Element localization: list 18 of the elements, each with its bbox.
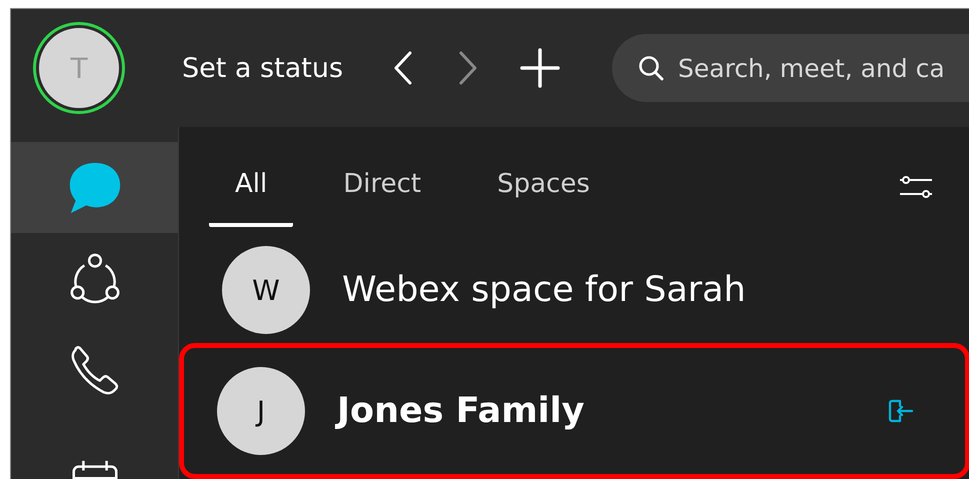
search-field[interactable]: Search, meet, and ca bbox=[612, 34, 969, 102]
space-name: Webex space for Sarah bbox=[342, 270, 747, 310]
filter-tab[interactable]: Spaces bbox=[471, 147, 616, 227]
search-input[interactable]: Search, meet, and ca bbox=[678, 54, 969, 82]
set-status-link[interactable]: Set a status bbox=[182, 52, 344, 84]
back-icon[interactable] bbox=[393, 51, 414, 85]
filter-tab[interactable]: All bbox=[209, 147, 294, 227]
enter-arrow-icon[interactable] bbox=[887, 398, 915, 424]
filter-tab[interactable]: Direct bbox=[317, 147, 448, 227]
filter-sliders-icon[interactable] bbox=[898, 174, 934, 200]
search-icon bbox=[638, 55, 664, 81]
space-list-item[interactable]: W Webex space for Sarah bbox=[179, 247, 969, 333]
space-avatar: J bbox=[217, 367, 305, 455]
space-avatar: W bbox=[222, 246, 310, 334]
forward-icon[interactable] bbox=[458, 51, 478, 85]
space-list-item[interactable]: J Jones Family bbox=[179, 343, 969, 479]
plus-icon[interactable] bbox=[520, 48, 560, 88]
space-name: Jones Family bbox=[337, 391, 586, 431]
